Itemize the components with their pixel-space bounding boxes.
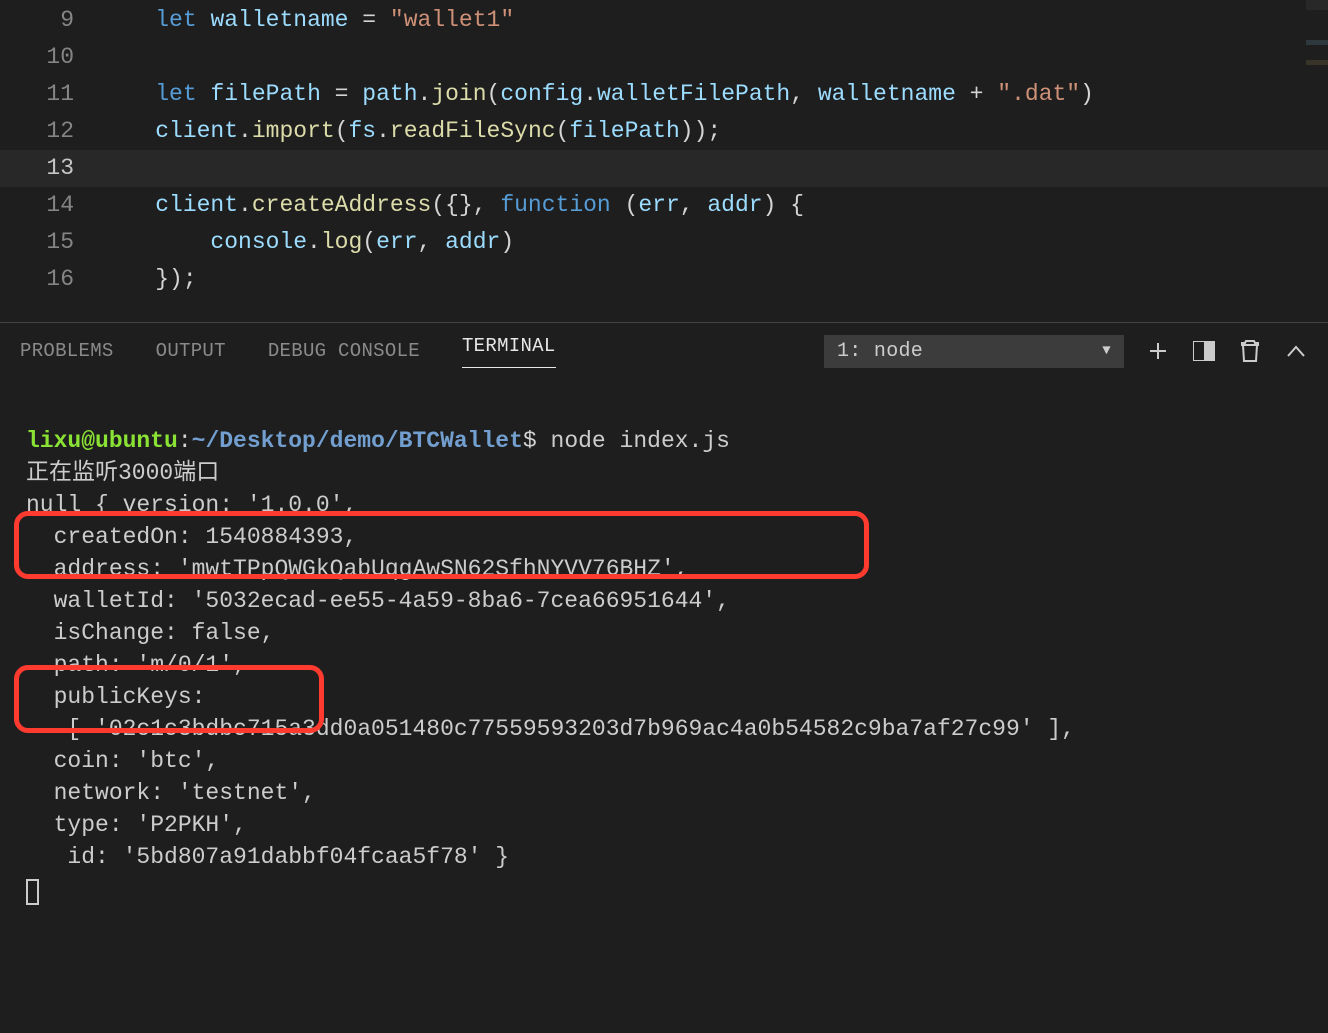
terminal-line: coin: 'btc',	[26, 748, 219, 774]
kill-terminal-button[interactable]	[1238, 339, 1262, 363]
tab-problems[interactable]: PROBLEMS	[20, 340, 114, 362]
terminal-line: address: 'mwtTPpQWGkQabUqgAwSN62SfhNYVV7…	[26, 556, 689, 582]
line-number: 12	[0, 113, 100, 150]
code-line[interactable]: 12 client.import(fs.readFileSync(filePat…	[0, 113, 1328, 150]
line-number: 14	[0, 187, 100, 224]
new-terminal-button[interactable]	[1146, 339, 1170, 363]
terminal-line: isChange: false,	[26, 620, 274, 646]
code-content[interactable]: client.import(fs.readFileSync(filePath))…	[100, 113, 1328, 150]
prompt-user: lixu@ubuntu	[26, 428, 178, 454]
line-number: 16	[0, 261, 100, 298]
tab-terminal[interactable]: TERMINAL	[462, 335, 556, 368]
code-content[interactable]: let walletname = "wallet1"	[100, 2, 1328, 39]
chevron-up-icon	[1286, 344, 1306, 358]
code-line[interactable]: 9 let walletname = "wallet1"	[0, 2, 1328, 39]
line-number: 9	[0, 2, 100, 39]
plus-icon	[1148, 341, 1168, 361]
tab-output[interactable]: OUTPUT	[156, 340, 226, 362]
terminal-line: path: 'm/0/1',	[26, 652, 247, 678]
split-terminal-button[interactable]	[1192, 339, 1216, 363]
chevron-up-button[interactable]	[1284, 339, 1308, 363]
terminal-line: id: '5bd807a91dabbf04fcaa5f78' }	[26, 844, 509, 870]
code-content[interactable]: client.createAddress({}, function (err, …	[100, 187, 1328, 224]
trash-icon	[1241, 340, 1259, 362]
terminal-select[interactable]: 1: node ▼	[824, 335, 1124, 368]
prompt-path: ~/Desktop/demo/BTCWallet	[192, 428, 523, 454]
terminal-line: createdOn: 1540884393,	[26, 524, 357, 550]
code-line[interactable]: 13	[0, 150, 1328, 187]
line-number: 15	[0, 224, 100, 261]
code-line[interactable]: 11 let filePath = path.join(config.walle…	[0, 76, 1328, 113]
terminal-line: publicKeys:	[26, 684, 205, 710]
code-line[interactable]: 14 client.createAddress({}, function (er…	[0, 187, 1328, 224]
prompt-end: $	[523, 428, 537, 454]
tab-debug-console[interactable]: DEBUG CONSOLE	[268, 340, 420, 362]
code-line[interactable]: 15 console.log(err, addr)	[0, 224, 1328, 261]
split-icon	[1193, 341, 1215, 361]
terminal-output[interactable]: lixu@ubuntu:~/Desktop/demo/BTCWallet$ no…	[0, 379, 1328, 1033]
line-number: 10	[0, 39, 100, 76]
code-editor[interactable]: 9 let walletname = "wallet1"1011 let fil…	[0, 0, 1328, 298]
code-content[interactable]	[100, 150, 1328, 187]
code-line[interactable]: 10	[0, 39, 1328, 76]
minimap[interactable]	[1306, 0, 1328, 320]
panel-tabs: PROBLEMS OUTPUT DEBUG CONSOLE TERMINAL 1…	[0, 323, 1328, 379]
terminal-line: network: 'testnet',	[26, 780, 316, 806]
chevron-down-icon: ▼	[1102, 343, 1111, 359]
terminal-select-label: 1: node	[837, 340, 923, 363]
code-content[interactable]: console.log(err, addr)	[100, 224, 1328, 261]
terminal-cursor	[26, 879, 39, 905]
code-content[interactable]: let filePath = path.join(config.walletFi…	[100, 76, 1328, 113]
line-number: 11	[0, 76, 100, 113]
terminal-command: node index.js	[537, 428, 730, 454]
code-content[interactable]	[100, 39, 1328, 76]
prompt-sep: :	[178, 428, 192, 454]
terminal-line: [ '02c1c3bdbc715a3dd0a051480c77559593203…	[26, 716, 1075, 742]
terminal-line: null { version: '1.0.0',	[26, 492, 357, 518]
line-number: 13	[0, 150, 100, 187]
bottom-panel: PROBLEMS OUTPUT DEBUG CONSOLE TERMINAL 1…	[0, 322, 1328, 886]
terminal-line: 正在监听3000端口	[26, 460, 219, 486]
code-line[interactable]: 16 });	[0, 261, 1328, 298]
code-content[interactable]: });	[100, 261, 1328, 298]
terminal-line: walletId: '5032ecad-ee55-4a59-8ba6-7cea6…	[26, 588, 730, 614]
terminal-line: type: 'P2PKH',	[26, 812, 247, 838]
